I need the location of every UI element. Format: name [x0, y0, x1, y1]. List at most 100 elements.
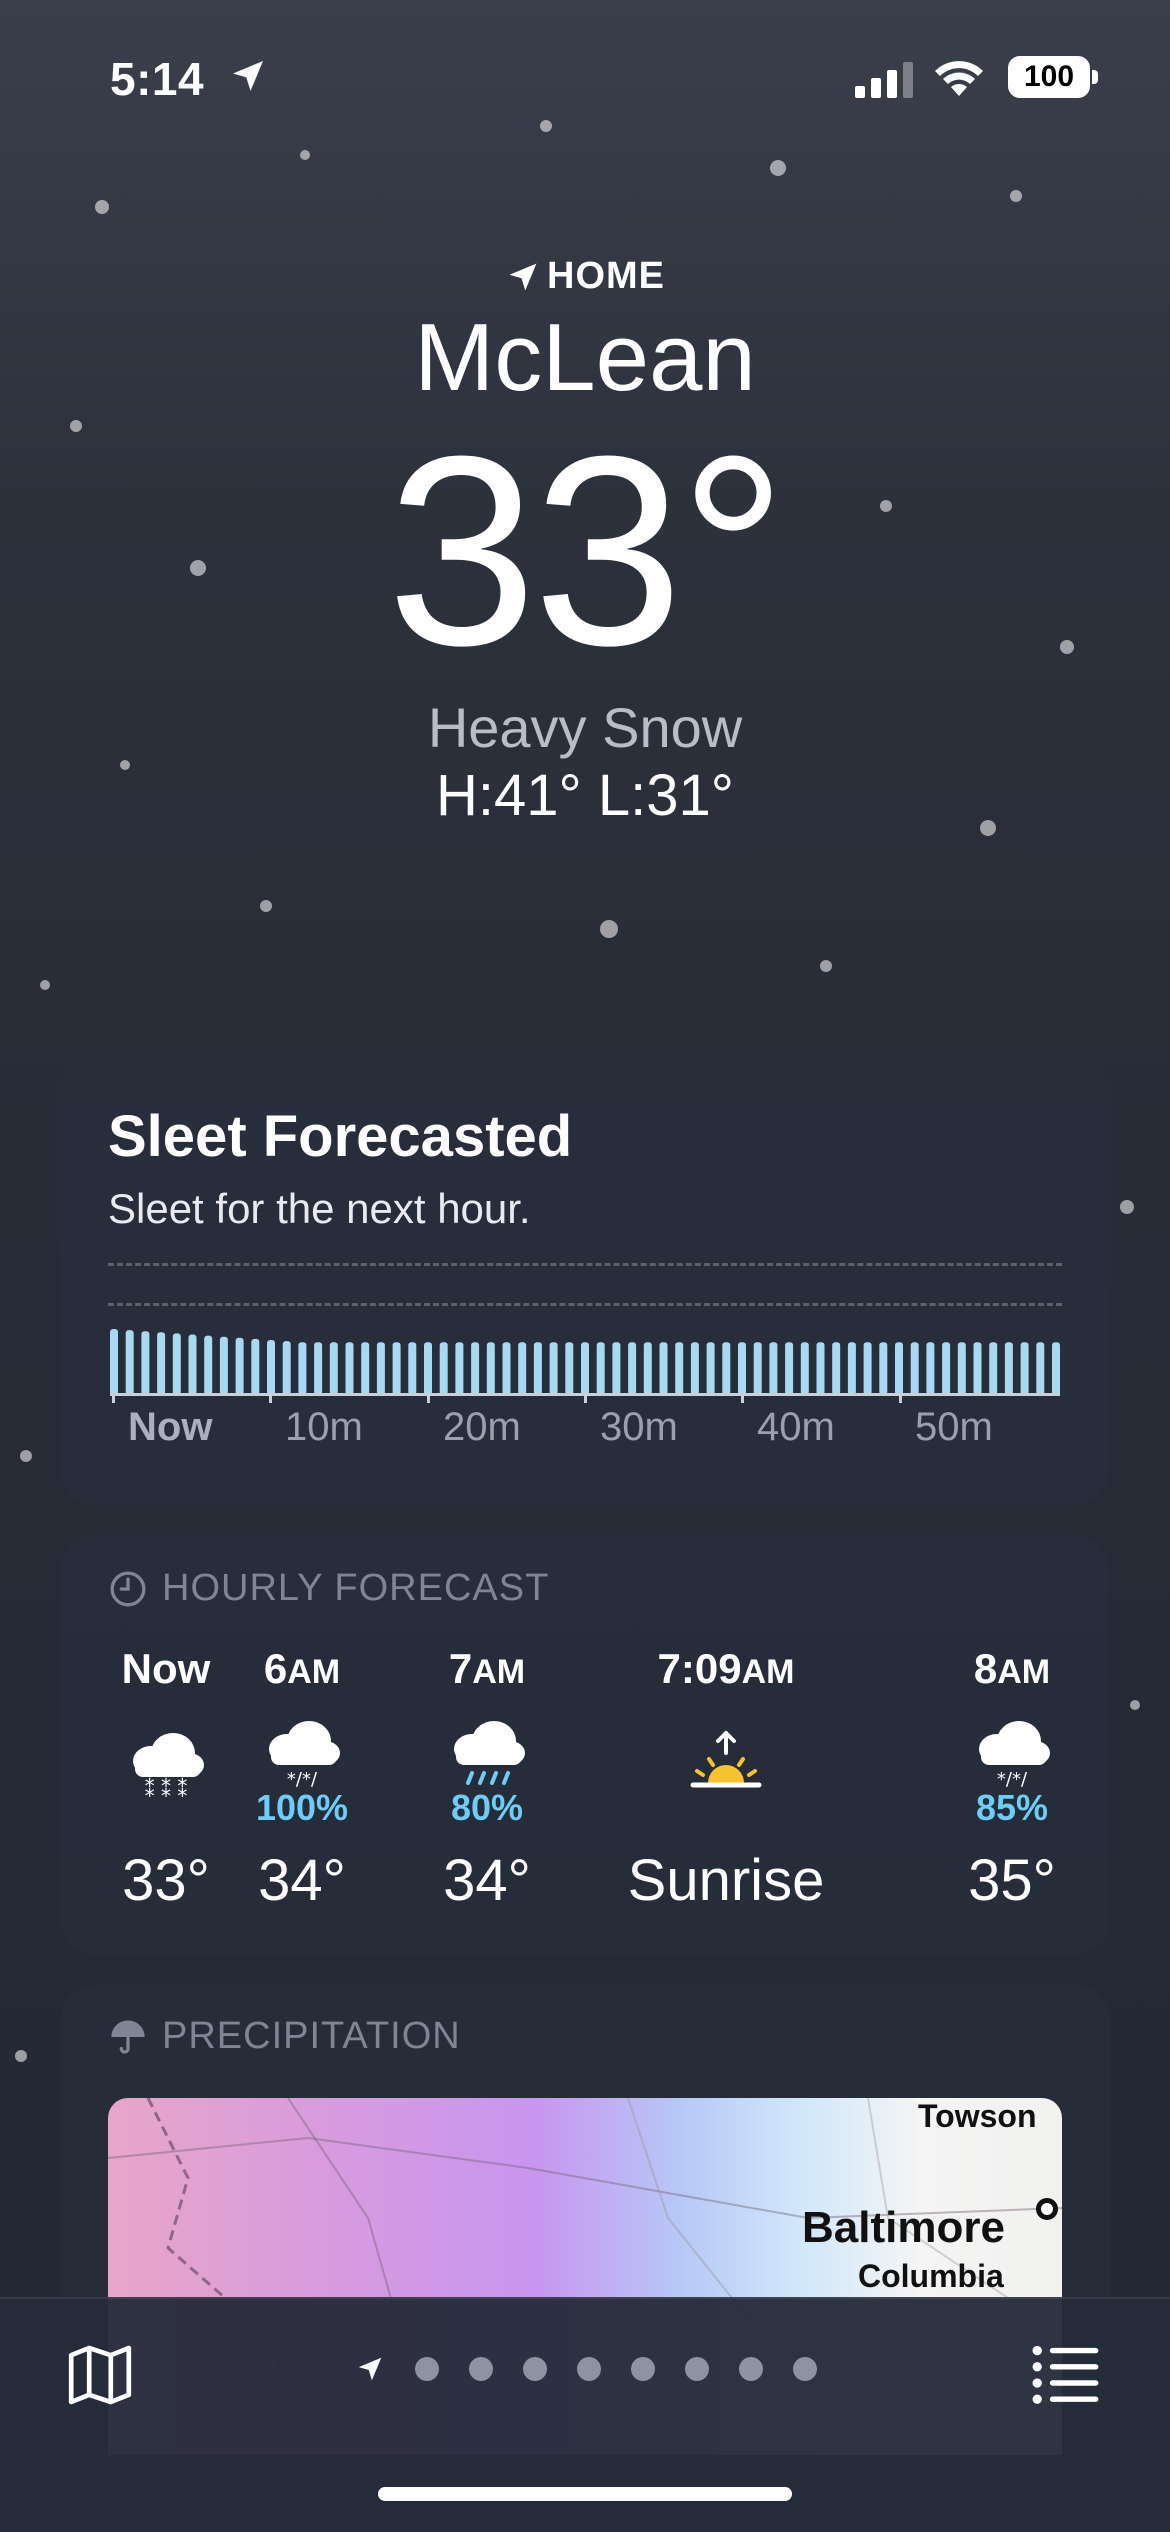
precip-bar [125, 1330, 134, 1395]
precip-bar [376, 1342, 385, 1395]
city-name: McLean [414, 304, 756, 411]
axis-label-40m: 40m [757, 1405, 835, 1449]
precip-bar [895, 1342, 903, 1395]
precip-bar [282, 1341, 291, 1395]
page-dot[interactable] [577, 2357, 601, 2381]
precip-bar [659, 1342, 668, 1395]
status-time: 5:14 [110, 53, 205, 105]
precip-bar [157, 1332, 166, 1395]
precip-bar [235, 1337, 244, 1395]
precip-section-title: PRECIPITATION [162, 2015, 461, 2057]
precip-chart-axis: Now 10m 20m 30m 40m 50m [110, 1405, 1060, 1455]
map-label-columbia: Columbia [858, 2258, 1004, 2294]
precip-bar [863, 1342, 872, 1395]
cellular-signal-icon [855, 62, 913, 98]
hourly-item: 7AM 80% 34° [377, 1645, 597, 1914]
page-dot[interactable] [793, 2357, 817, 2381]
precip-bar [942, 1342, 951, 1395]
precip-bar [785, 1342, 794, 1395]
precip-bar [690, 1342, 699, 1395]
sunrise-icon [586, 1713, 866, 1823]
precip-bar [298, 1342, 307, 1395]
axis-label-10m: 10m [285, 1405, 363, 1449]
clock-icon [110, 1571, 146, 1606]
page-dot[interactable] [415, 2357, 439, 2381]
precip-bar [1020, 1342, 1029, 1395]
location-arrow-icon[interactable] [355, 2354, 385, 2384]
hourly-item: 7:09AM Sunrise [586, 1645, 866, 1914]
precip-bar [408, 1342, 417, 1395]
hourly-list[interactable]: Now * * * * * * 33° 6AM */*/ 100% 34° 7AM… [60, 1645, 1110, 1935]
precip-bar [141, 1331, 150, 1395]
precip-bar [753, 1342, 762, 1395]
axis-label-50m: 50m [915, 1405, 993, 1449]
next-hour-precip-card[interactable]: Sleet Forecasted Sleet for the next hour… [60, 1055, 1110, 1505]
svg-text:* * *: * * * [145, 1774, 188, 1798]
precip-chance: 85% [975, 1787, 1049, 1828]
hourly-section-header: HOURLY FORECAST [108, 1567, 549, 1610]
page-dot[interactable] [631, 2357, 655, 2381]
precip-bar [110, 1329, 118, 1395]
precip-bar [455, 1342, 464, 1395]
hourly-section-title: HOURLY FORECAST [162, 1567, 550, 1609]
precip-bar [832, 1342, 841, 1395]
home-location-label: HOME [0, 255, 1170, 298]
axis-label-20m: 20m [443, 1405, 521, 1449]
precip-bar [628, 1342, 637, 1395]
precip-bar [251, 1338, 260, 1395]
page-dot[interactable] [739, 2357, 763, 2381]
precip-bar [1052, 1342, 1060, 1395]
location-arrow-icon [233, 61, 263, 91]
weather-header: HOME McLean 33° Heavy Snow H:41° L:31° [0, 255, 1170, 829]
hourly-time: 8AM [973, 1645, 1051, 1692]
precip-bar [926, 1342, 935, 1395]
hourly-item: 8AM */*/ 85% 35° [902, 1645, 1122, 1914]
chart-gridline-mid [108, 1303, 1062, 1306]
precip-bar [581, 1342, 589, 1395]
hourly-temp: Sunrise [627, 1848, 825, 1913]
home-indicator[interactable] [378, 2487, 792, 2501]
precip-bar [392, 1342, 401, 1395]
precip-bar [957, 1342, 966, 1395]
precip-bar [314, 1342, 323, 1395]
hourly-temp: 34° [443, 1848, 531, 1913]
location-arrow-icon [509, 263, 537, 290]
precip-bar [502, 1342, 511, 1395]
precip-bar [596, 1342, 605, 1395]
page-indicator[interactable] [355, 2354, 817, 2384]
battery-indicator: 100 [1008, 56, 1090, 98]
high-low-text: H:41° L:31° [436, 762, 734, 828]
page-dot[interactable] [523, 2357, 547, 2381]
precip-card-title: Sleet Forecasted [108, 1104, 573, 1169]
map-label-baltimore: Baltimore [802, 2203, 1005, 2252]
list-icon[interactable] [1030, 2341, 1102, 2407]
precip-bar [612, 1342, 621, 1395]
precip-bar [879, 1342, 888, 1395]
precip-bar [345, 1342, 354, 1395]
precip-bar [738, 1342, 746, 1395]
hourly-forecast-card[interactable]: HOURLY FORECAST Now * * * * * * 33° 6AM *… [60, 1535, 1110, 1955]
hourly-time: 7:09AM [657, 1645, 795, 1692]
page-dot[interactable] [469, 2357, 493, 2381]
hourly-time: 7AM [448, 1645, 526, 1692]
precip-bar [706, 1342, 715, 1395]
precip-bar [329, 1342, 338, 1395]
precip-bar [565, 1342, 574, 1395]
precip-bar [816, 1342, 825, 1395]
precip-bar [361, 1342, 370, 1395]
precip-bar [533, 1342, 542, 1395]
axis-baseline [110, 1393, 1060, 1396]
precip-bar [172, 1333, 181, 1395]
precip-bar [424, 1342, 432, 1395]
precip-bar [471, 1342, 480, 1395]
precip-bar [989, 1342, 998, 1395]
status-bar: 5:14 100 [0, 52, 1170, 112]
page-dot[interactable] [685, 2357, 709, 2381]
precip-chance: 80% [450, 1787, 524, 1828]
precip-bar [910, 1342, 919, 1395]
map-label-towson: Towson [918, 2098, 1037, 2134]
map-icon[interactable] [64, 2339, 136, 2411]
precip-bar [204, 1335, 213, 1395]
axis-label-30m: 30m [600, 1405, 678, 1449]
wifi-icon [935, 61, 983, 96]
